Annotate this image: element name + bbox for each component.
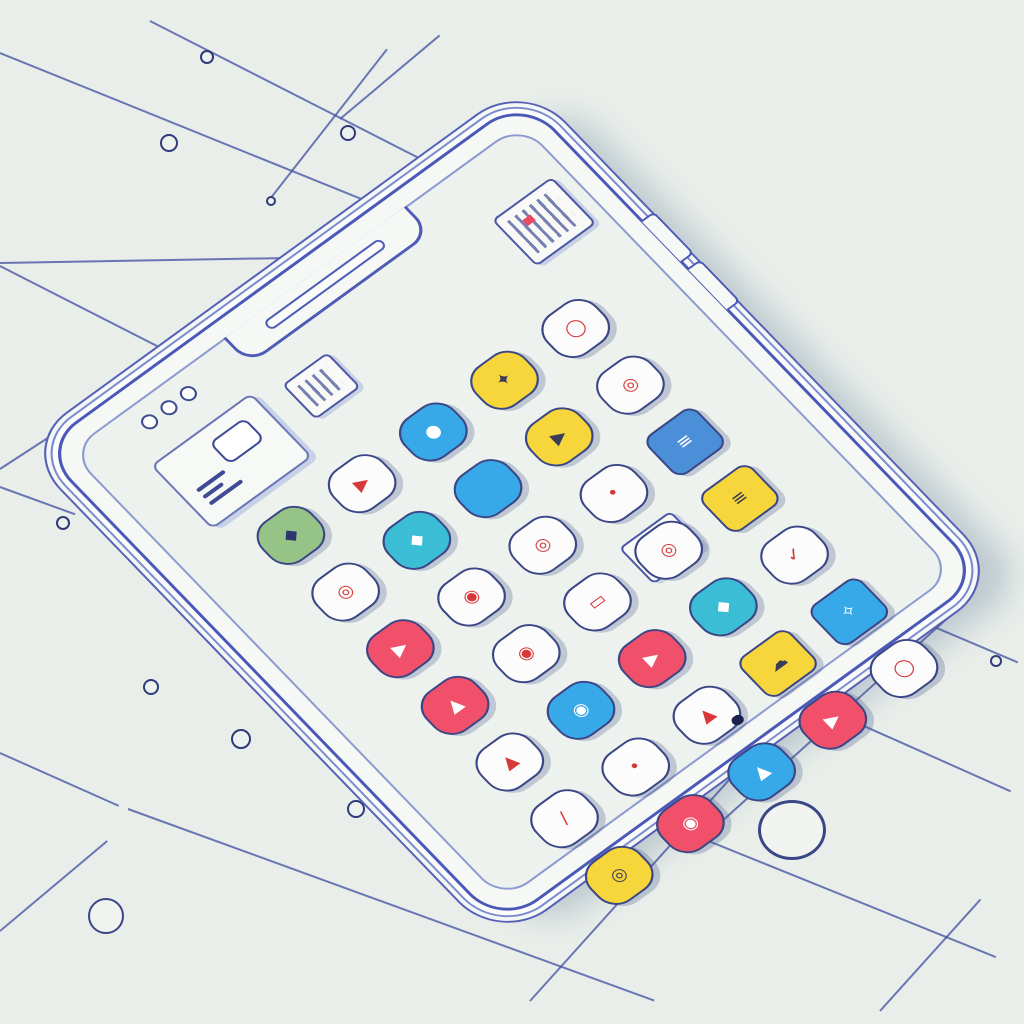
sensor-icon: [176, 383, 201, 405]
app-blue-1[interactable]: [444, 450, 533, 527]
app-red-play[interactable]: ▶: [356, 610, 445, 687]
app-ring-4[interactable]: ◉: [427, 559, 516, 635]
blob-icon: ☁: [763, 650, 793, 677]
spiral-icon: ◎: [654, 537, 683, 563]
phone-holder: 4 ᴛ◦◦ ◆▶●✦◯◎◆▶◎▶◉◎•≡▲◉▭◎≡▲◉▶◆✓/•▲☁✧◎◉▲▶◯: [0, 0, 1024, 1024]
sensor-icon: [156, 397, 182, 419]
app-card[interactable]: ▭: [553, 564, 642, 640]
app-ring-1[interactable]: ◯: [531, 290, 620, 367]
triangle-icon: ▲: [441, 693, 468, 717]
app-ring-7[interactable]: ◉: [482, 615, 571, 692]
play-icon: ▶: [545, 424, 572, 449]
gem-icon: ◆: [403, 528, 430, 552]
spark-icon: ✦: [490, 367, 518, 392]
dot-icon: •: [623, 755, 648, 778]
play-icon: ▶: [819, 708, 846, 732]
app-ring-3[interactable]: ◎: [586, 347, 675, 424]
play-icon: ▶: [638, 646, 665, 670]
app-green[interactable]: ◆: [246, 497, 335, 574]
bird-icon: ✧: [835, 599, 863, 624]
app-blue-top[interactable]: ●: [389, 394, 478, 470]
app-red-3[interactable]: ▶: [608, 620, 697, 697]
target-icon: ◉: [676, 811, 704, 836]
spiral-icon: ◎: [331, 579, 360, 604]
app-white-check[interactable]: ✓: [750, 517, 839, 593]
triangle-icon: ▲: [496, 749, 523, 774]
app-yellow-note[interactable]: ≡: [695, 460, 784, 537]
app-blue-note[interactable]: ≡: [641, 403, 730, 480]
play-icon: ▶: [387, 636, 413, 661]
app-ring-8[interactable]: ◎: [624, 512, 713, 589]
widget-toggle-icon: [208, 417, 266, 465]
app-yellow-1[interactable]: ✦: [460, 342, 549, 419]
triangle-icon: ▲: [693, 703, 720, 727]
smartphone: 4 ᴛ◦◦ ◆▶●✦◯◎◆▶◎▶◉◎•≡▲◉▭◎≡▲◉▶◆✓/•▲☁✧◎◉▲▶◯: [37, 95, 987, 929]
app-teal-1[interactable]: ◆: [372, 502, 461, 579]
note-icon: ≡: [671, 429, 699, 454]
check-icon: ✓: [780, 542, 808, 567]
widget-bars-icon: [195, 466, 247, 509]
ring-icon: ◯: [559, 314, 591, 342]
play-icon: ▶: [348, 471, 375, 496]
illustration-scene: 4 ᴛ◦◦ ◆▶●✦◯◎◆▶◎▶◉◎•≡▲◉▭◎≡▲◉▶◆✓/•▲☁✧◎◉▲▶◯: [0, 0, 1024, 1024]
slash-icon: /: [554, 808, 574, 828]
spiral-icon: ◎: [528, 532, 557, 558]
app-play-white[interactable]: ▶: [318, 445, 407, 522]
app-ring-5[interactable]: ◎: [498, 507, 587, 584]
gem-icon: ◆: [710, 594, 736, 619]
ring-icon: ◯: [888, 654, 920, 682]
drop-icon: ●: [419, 419, 447, 444]
app-ring-6[interactable]: •: [569, 455, 658, 532]
app-ring-2[interactable]: ◎: [301, 554, 390, 630]
card-icon: ▭: [582, 588, 612, 615]
app-teal-2[interactable]: ◆: [679, 569, 768, 645]
app-yellow-play[interactable]: ▶: [515, 399, 604, 475]
target-icon: ◉: [566, 697, 595, 723]
droplet-icon: ◆: [277, 523, 304, 547]
app-white-triangle[interactable]: ▲: [465, 724, 554, 800]
phone-screen: 4 ᴛ◦◦ ◆▶●✦◯◎◆▶◎▶◉◎•≡▲◉▭◎≡▲◉▶◆✓/•▲☁✧◎◉▲▶◯: [68, 122, 956, 914]
target-icon: ◉: [457, 584, 485, 609]
spiral-icon: ◎: [616, 372, 644, 398]
note-icon: ≡: [726, 486, 753, 511]
spiral-icon: ◎: [605, 862, 633, 888]
app-red-2[interactable]: ▲: [411, 667, 500, 744]
app-blue-2[interactable]: ◉: [536, 672, 626, 749]
triangle-icon: ▲: [748, 759, 775, 784]
target-icon: ◉: [512, 641, 540, 666]
camera-icon: [137, 411, 162, 433]
app-grid-tiles[interactable]: [491, 176, 597, 267]
dot-icon: •: [601, 482, 626, 504]
app-grid-small[interactable]: [281, 352, 361, 420]
